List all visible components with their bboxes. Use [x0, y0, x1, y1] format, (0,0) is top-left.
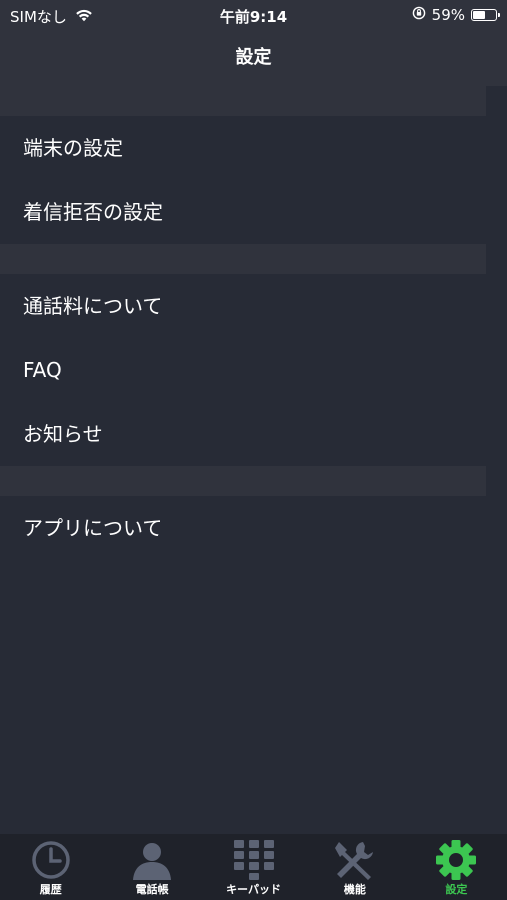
- battery-fill: [473, 11, 486, 19]
- tools-icon: [334, 842, 373, 880]
- tab-bar: 履歴 電話帳 キーパッド 機能 設定: [0, 834, 507, 900]
- tab-label: 電話帳: [135, 883, 169, 896]
- battery-percent: 59%: [431, 6, 465, 24]
- tab-functions[interactable]: 機能: [304, 834, 405, 900]
- list-item-news[interactable]: お知らせ: [0, 402, 507, 466]
- status-bar: SIMなし 午前9:14 59%: [0, 0, 507, 30]
- section-separator: [0, 244, 486, 274]
- gear-icon: [436, 840, 477, 880]
- list-item-call-block-settings[interactable]: 着信拒否の設定: [0, 180, 507, 244]
- orientation-lock-icon: [412, 6, 426, 24]
- tab-keypad[interactable]: キーパッド: [203, 834, 304, 900]
- tab-contacts[interactable]: 電話帳: [101, 834, 202, 900]
- page-title: 設定: [235, 47, 272, 68]
- tab-history[interactable]: 履歴: [0, 834, 101, 900]
- nav-bar: 設定: [0, 30, 507, 86]
- tab-label: キーパッド: [226, 883, 281, 896]
- tab-settings[interactable]: 設定: [406, 834, 507, 900]
- settings-list: 端末の設定 着信拒否の設定 通話料について FAQ お知らせ アプリについて: [0, 86, 507, 834]
- section-separator: [0, 466, 486, 496]
- list-item-faq[interactable]: FAQ: [0, 338, 507, 402]
- status-right: 59%: [412, 6, 500, 24]
- list-item-about-app[interactable]: アプリについて: [0, 496, 507, 560]
- clock-icon: [31, 841, 70, 879]
- list-item-device-settings[interactable]: 端末の設定: [0, 116, 507, 180]
- list-item-call-rates[interactable]: 通話料について: [0, 274, 507, 338]
- battery-icon: [471, 9, 500, 21]
- section-separator: [0, 86, 486, 116]
- keypad-icon: [233, 840, 274, 880]
- tab-label: 機能: [343, 883, 366, 896]
- tab-label: 履歴: [39, 883, 62, 896]
- person-icon: [133, 843, 172, 880]
- tab-label: 設定: [445, 883, 468, 896]
